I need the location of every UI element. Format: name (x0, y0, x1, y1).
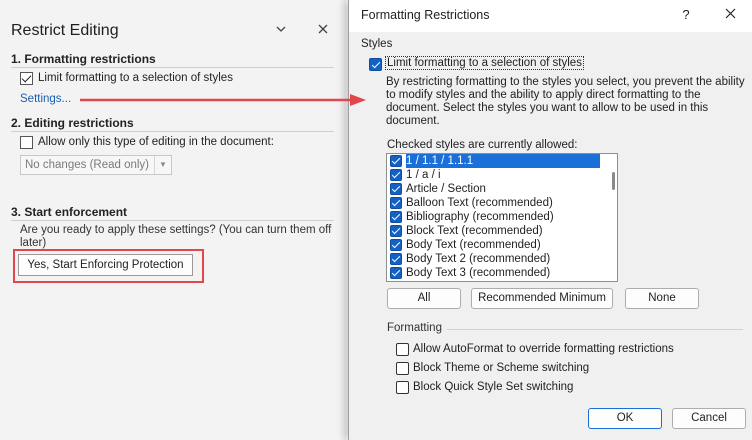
limit-formatting-checkbox[interactable] (369, 58, 382, 71)
none-button[interactable]: None (625, 288, 699, 309)
help-icon[interactable]: ? (675, 5, 697, 25)
limit-formatting-checkbox[interactable] (20, 72, 33, 85)
style-label: 1 / 1.1 / 1.1.1 (406, 154, 600, 168)
autoformat-checkbox[interactable] (396, 343, 409, 356)
cancel-button[interactable]: Cancel (672, 408, 746, 429)
group-divider (447, 329, 743, 330)
list-item[interactable]: Block Text (recommended) (387, 224, 617, 238)
list-item[interactable]: Balloon Text (recommended) (387, 196, 617, 210)
settings-link[interactable]: Settings... (20, 93, 71, 105)
style-checkbox[interactable] (390, 197, 402, 209)
block-quick-style-checkbox[interactable] (396, 381, 409, 394)
style-label: Body Text (recommended) (406, 239, 541, 251)
recommended-minimum-button[interactable]: Recommended Minimum (471, 288, 613, 309)
all-button[interactable]: All (387, 288, 461, 309)
list-item[interactable]: 1 / a / i (387, 168, 617, 182)
style-checkbox[interactable] (390, 155, 402, 167)
allow-editing-checkbox[interactable] (20, 136, 33, 149)
styles-group-label: Styles (361, 38, 393, 50)
allow-editing-label: Allow only this type of editing in the d… (38, 136, 274, 148)
list-item[interactable]: Article / Section (387, 182, 617, 196)
style-label: Body Text 2 (recommended) (406, 253, 551, 265)
style-checkbox[interactable] (390, 239, 402, 251)
restriction-description: By restricting formatting to the styles … (386, 76, 745, 127)
formatting-restrictions-dialog: Formatting Restrictions ? Styles Limit f… (348, 0, 752, 440)
close-icon[interactable] (719, 5, 741, 25)
dropdown-value: No changes (Read only) (25, 159, 150, 171)
dialog-titlebar: Formatting Restrictions ? (349, 0, 752, 32)
style-label: Article / Section (406, 183, 486, 195)
list-caption: Checked styles are currently allowed: (387, 139, 578, 151)
block-theme-checkbox[interactable] (396, 362, 409, 375)
block-theme-label: Block Theme or Scheme switching (413, 362, 590, 374)
chevron-down-icon[interactable] (270, 20, 292, 42)
limit-formatting-label: Limit formatting to a selection of style… (385, 56, 584, 70)
dropdown-arrow-icon: ▼ (154, 156, 171, 174)
style-checkbox[interactable] (390, 253, 402, 265)
section-divider (11, 131, 334, 132)
list-item[interactable]: Bibliography (recommended) (387, 210, 617, 224)
list-item[interactable]: Body Text (recommended) (387, 238, 617, 252)
style-label: 1 / a / i (406, 169, 441, 181)
block-quick-style-label: Block Quick Style Set switching (413, 381, 574, 393)
start-enforcing-button[interactable]: Yes, Start Enforcing Protection (18, 254, 193, 276)
close-icon[interactable] (312, 20, 334, 42)
autoformat-label: Allow AutoFormat to override formatting … (413, 343, 674, 355)
style-label: Balloon Text (recommended) (406, 197, 553, 209)
enforcement-description: Are you ready to apply these settings? (… (20, 224, 332, 249)
style-checkbox[interactable] (390, 169, 402, 181)
limit-formatting-label: Limit formatting to a selection of style… (38, 72, 233, 84)
style-checkbox[interactable] (390, 211, 402, 223)
list-item[interactable]: 1 / 1.1 / 1.1.1 (387, 154, 617, 168)
dialog-title: Formatting Restrictions (361, 8, 490, 22)
list-item[interactable]: Body Text 2 (recommended) (387, 252, 617, 266)
pane-title: Restrict Editing (11, 22, 119, 39)
list-scrollbar-thumb[interactable] (612, 172, 615, 190)
styles-list[interactable]: 1 / 1.1 / 1.1.1 1 / a / i Article / Sect… (386, 153, 618, 282)
red-arrow-icon (80, 94, 366, 106)
section-editing-title: 2. Editing restrictions (11, 116, 134, 130)
restrict-editing-pane: Restrict Editing 1. Formatting restricti… (0, 0, 346, 440)
section-enforcement-title: 3. Start enforcement (11, 205, 128, 219)
formatting-group-label: Formatting (387, 322, 442, 334)
section-formatting-title: 1. Formatting restrictions (11, 52, 156, 66)
list-item[interactable]: Body Text 3 (recommended) (387, 266, 617, 280)
style-label: Block Text (recommended) (406, 225, 543, 237)
style-label: Bibliography (recommended) (406, 211, 554, 223)
ok-button[interactable]: OK (588, 408, 662, 429)
editing-type-dropdown[interactable]: No changes (Read only) ▼ (20, 155, 172, 175)
section-divider (11, 67, 334, 68)
section-divider (11, 220, 334, 221)
style-label: Body Text 3 (recommended) (406, 267, 551, 279)
style-checkbox[interactable] (390, 267, 402, 279)
style-checkbox[interactable] (390, 183, 402, 195)
style-checkbox[interactable] (390, 225, 402, 237)
